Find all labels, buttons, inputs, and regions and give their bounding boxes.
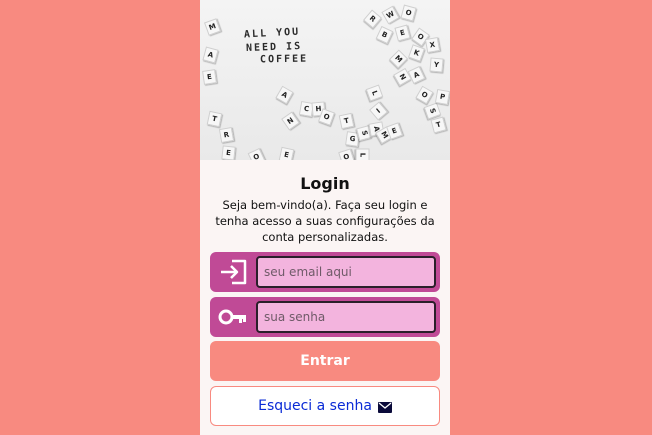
page-title: Login <box>300 174 350 193</box>
key-icon <box>218 303 248 331</box>
scrabble-tile: T <box>430 116 447 134</box>
scrabble-tile: K <box>407 44 426 62</box>
scrabble-tile: Y <box>429 57 444 73</box>
scrabble-tile: O <box>400 4 417 22</box>
password-input[interactable] <box>256 301 436 333</box>
scrabble-tile: L <box>365 84 384 102</box>
scrabble-tile: O <box>317 108 336 126</box>
scrabble-tile: T <box>338 112 355 130</box>
scrabble-tile: T <box>206 110 223 128</box>
scrabble-tile: X <box>424 36 441 54</box>
email-input[interactable] <box>256 256 436 288</box>
scrabble-tile: R <box>363 9 382 29</box>
scrabble-tile: E <box>394 24 411 42</box>
scrabble-tile: L <box>355 148 370 160</box>
hero-phrase-line-3: COFFEE <box>259 53 309 66</box>
scrabble-tile: M <box>388 49 409 69</box>
scrabble-tile: I <box>369 101 388 121</box>
page-background: M A E T R E O A N C H O T G O L L I S A … <box>0 0 652 435</box>
scrabble-tile: R <box>218 126 235 144</box>
hero-image: M A E T R E O A N C H O T G O L L I S A … <box>200 0 450 160</box>
login-description: Seja bem-vindo(a). Faça seu login e tenh… <box>215 198 435 244</box>
scrabble-tile: P <box>434 88 450 106</box>
mail-icon <box>377 401 392 413</box>
password-field-group <box>210 297 440 337</box>
scrabble-tile: M <box>203 18 222 36</box>
scrabble-tile: A <box>275 85 294 105</box>
login-icon <box>218 258 248 286</box>
scrabble-tile: E <box>278 146 295 160</box>
hero-phrase-line-2: NEED IS <box>245 41 303 54</box>
scrabble-tile: O <box>247 147 266 160</box>
scrabble-tile: W <box>381 5 400 25</box>
scrabble-tile: O <box>338 148 355 160</box>
email-field-group <box>210 252 440 292</box>
hero-phrase-line-1: ALL YOU <box>243 26 301 41</box>
forgot-password-button[interactable]: Esqueci a senha <box>210 386 440 426</box>
scrabble-tile: A <box>202 46 219 64</box>
scrabble-tile: E <box>221 145 236 160</box>
scrabble-tile: A <box>407 65 426 85</box>
scrabble-tile: O <box>415 85 434 105</box>
submit-button[interactable]: Entrar <box>210 341 440 381</box>
scrabble-tile: B <box>375 25 394 45</box>
scrabble-tile: E <box>202 69 217 85</box>
login-card: M A E T R E O A N C H O T G O L L I S A … <box>200 0 450 435</box>
forgot-password-label: Esqueci a senha <box>258 398 372 414</box>
scrabble-tile: N <box>281 111 300 131</box>
